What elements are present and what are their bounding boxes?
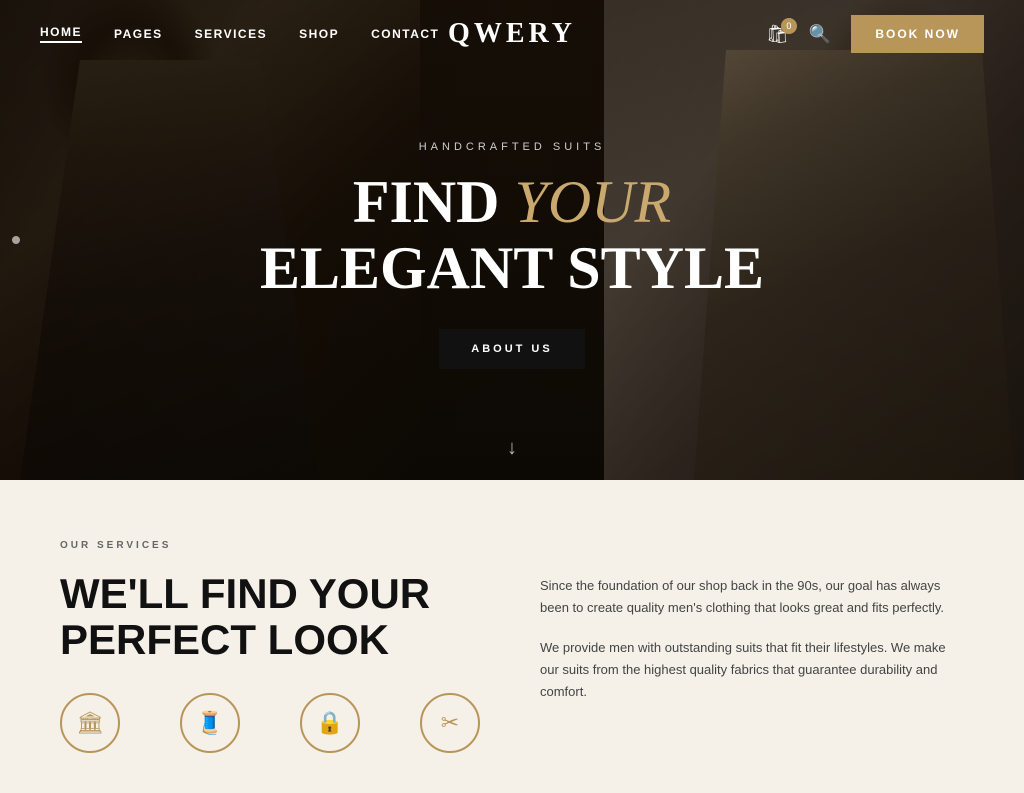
hero-section: HANDCRAFTED SUITS FIND YOUR ELEGANT STYL… [0,0,1024,480]
cart-button[interactable]: 🛍 0 [766,24,789,45]
services-para-1: Since the foundation of our shop back in… [540,575,964,619]
services-para-2: We provide men with outstanding suits th… [540,637,964,703]
icon-item-1: 🏛 [60,693,120,753]
icon-item-4: ✂ [420,693,480,753]
nav-link-shop[interactable]: SHOP [299,27,339,41]
nav-link-services[interactable]: SERVICES [195,27,267,41]
icon-item-3: 🔒 [300,693,360,753]
hero-title: FIND YOUR ELEGANT STYLE [260,169,764,301]
nav-link-contact[interactable]: CONTACT [371,27,439,41]
services-left: WE'LL FIND YOUR PERFECT LOOK 🏛 🧵 🔒 ✂ [60,571,480,753]
nav-link-pages[interactable]: PAGES [114,27,163,41]
icon-fabric: 🧵 [180,693,240,753]
hero-title-find: FIND [353,169,515,235]
search-icon[interactable]: 🔍 [809,24,831,45]
hero-title-line2: ELEGANT STYLE [260,235,764,301]
hero-subtitle: HANDCRAFTED SUITS [419,141,606,153]
scroll-arrow[interactable]: ↓ [507,437,517,460]
hero-content: HANDCRAFTED SUITS FIND YOUR ELEGANT STYL… [0,0,1024,480]
slide-dot[interactable] [12,236,20,244]
services-right: Since the foundation of our shop back in… [540,571,964,721]
icon-row: 🏛 🧵 🔒 ✂ [60,693,480,753]
hero-title-your: YOUR [514,169,671,235]
icon-quality: 🔒 [300,693,360,753]
cart-badge: 0 [781,18,797,34]
logo[interactable]: QWERY [448,18,576,50]
services-label: OUR SERVICES [60,540,964,551]
navbar: HOME PAGES SERVICES SHOP CONTACT QWERY 🛍… [0,0,1024,68]
nav-link-home[interactable]: HOME [40,25,82,43]
about-us-button[interactable]: ABOUT US [439,329,584,369]
nav-links: HOME PAGES SERVICES SHOP CONTACT [40,25,439,43]
icon-item-2: 🧵 [180,693,240,753]
services-heading: WE'LL FIND YOUR PERFECT LOOK [60,571,480,663]
nav-actions: 🛍 0 🔍 BOOK NOW [766,15,984,53]
icon-custom: ✂ [420,693,480,753]
services-section: OUR SERVICES WE'LL FIND YOUR PERFECT LOO… [0,480,1024,793]
book-now-button[interactable]: BOOK NOW [851,15,984,53]
icon-tailoring: 🏛 [60,693,120,753]
services-content: WE'LL FIND YOUR PERFECT LOOK 🏛 🧵 🔒 ✂ [60,571,964,753]
